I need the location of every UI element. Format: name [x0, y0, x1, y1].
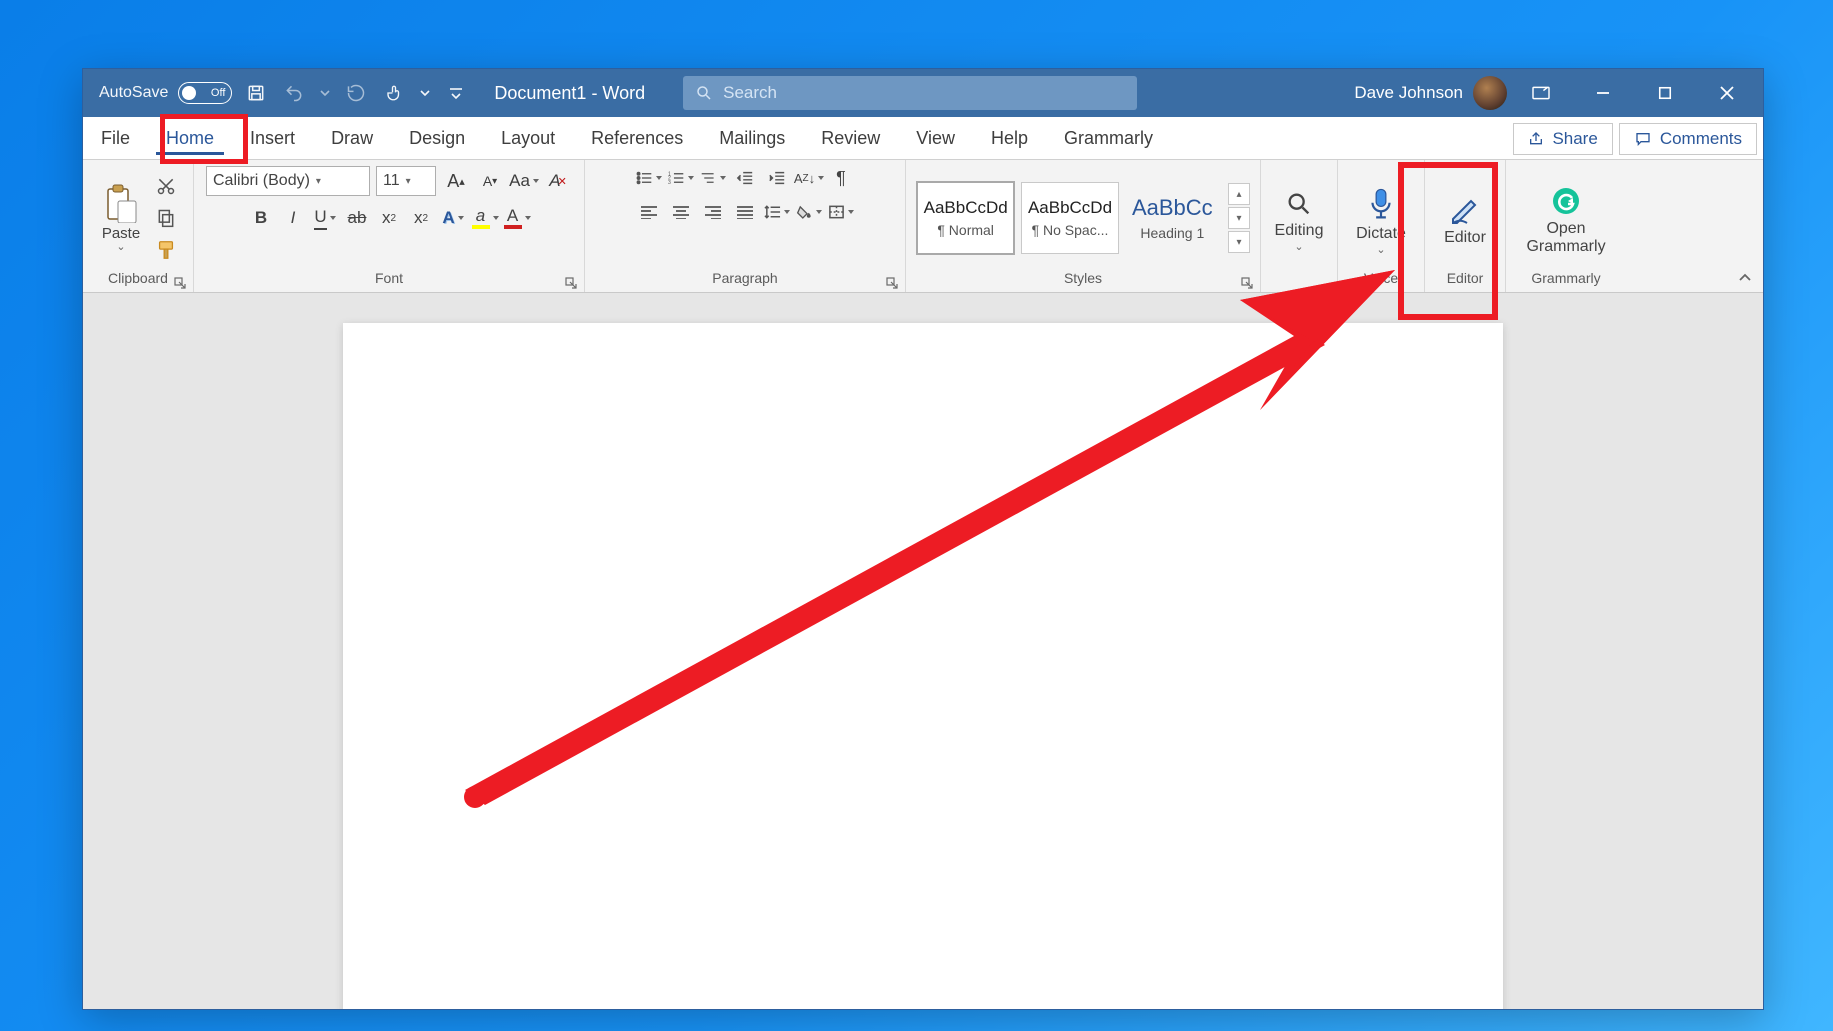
tab-layout[interactable]: Layout — [483, 117, 573, 159]
user-avatar[interactable] — [1473, 76, 1507, 110]
styles-scroll-down-icon[interactable]: ▾ — [1228, 207, 1250, 229]
line-spacing-icon[interactable] — [764, 200, 790, 224]
style-no-spacing[interactable]: AaBbCcDd ¶ No Spac... — [1021, 182, 1118, 254]
cut-icon[interactable] — [153, 173, 179, 199]
chevron-down-icon: ⌄ — [1376, 243, 1385, 256]
strikethrough-button[interactable]: ab — [344, 206, 370, 230]
tab-mailings[interactable]: Mailings — [701, 117, 803, 159]
autosave-state: Off — [211, 87, 225, 99]
group-font: Calibri (Body)▾ 11▾ A▴ A▾ Aa A✕ B I U ab… — [194, 160, 585, 292]
svg-text:3: 3 — [668, 180, 671, 186]
undo-dropdown-icon[interactable] — [318, 79, 332, 107]
font-size-combo[interactable]: 11▾ — [376, 166, 436, 196]
dialog-launcher-icon[interactable] — [564, 276, 578, 290]
tab-design[interactable]: Design — [391, 117, 483, 159]
font-color-icon[interactable]: A — [504, 206, 530, 230]
sort-icon[interactable]: AZ↓ — [796, 166, 822, 190]
undo-icon[interactable] — [280, 79, 308, 107]
group-paragraph: 123 AZ↓ ¶ — [585, 160, 906, 292]
editor-button[interactable]: Editor — [1430, 189, 1500, 247]
align-left-icon[interactable] — [636, 200, 662, 224]
ribbon-tabs: File Home Insert Draw Design Layout Refe… — [83, 117, 1763, 160]
close-button[interactable] — [1699, 69, 1755, 117]
qat-customize-icon[interactable] — [442, 79, 470, 107]
maximize-button[interactable] — [1637, 69, 1693, 117]
comments-button[interactable]: Comments — [1619, 123, 1757, 155]
underline-button[interactable]: U — [312, 206, 338, 230]
borders-icon[interactable] — [828, 200, 854, 224]
bullets-icon[interactable] — [636, 166, 662, 190]
grow-font-icon[interactable]: A▴ — [442, 167, 470, 195]
tab-grammarly[interactable]: Grammarly — [1046, 117, 1171, 159]
editing-button[interactable]: Editing ⌄ — [1261, 184, 1338, 253]
tab-insert[interactable]: Insert — [232, 117, 313, 159]
chevron-down-icon: ⌄ — [116, 240, 125, 253]
decrease-indent-icon[interactable] — [732, 166, 758, 190]
styles-expand-icon[interactable]: ▾ — [1228, 231, 1250, 253]
numbering-icon[interactable]: 123 — [668, 166, 694, 190]
group-grammarly: Open Grammarly Grammarly — [1506, 160, 1626, 292]
tab-view[interactable]: View — [898, 117, 973, 159]
format-painter-icon[interactable] — [153, 237, 179, 263]
username[interactable]: Dave Johnson — [1354, 83, 1463, 103]
redo-icon[interactable] — [342, 79, 370, 107]
style-heading1[interactable]: AaBbCc Heading 1 — [1125, 183, 1220, 253]
text-effects-icon[interactable]: A — [440, 206, 466, 230]
show-marks-icon[interactable]: ¶ — [828, 166, 854, 190]
touch-mode-dropdown-icon[interactable] — [418, 79, 432, 107]
copy-icon[interactable] — [153, 205, 179, 231]
document-title: Document1 - Word — [494, 83, 645, 104]
multilevel-list-icon[interactable] — [700, 166, 726, 190]
styles-scroll-up-icon[interactable]: ▴ — [1228, 183, 1250, 205]
superscript-button[interactable]: x2 — [408, 206, 434, 230]
tab-review[interactable]: Review — [803, 117, 898, 159]
collapse-ribbon-icon[interactable] — [1735, 268, 1755, 288]
document-area[interactable] — [83, 293, 1763, 1009]
dialog-launcher-icon[interactable] — [885, 276, 899, 290]
open-grammarly-button[interactable]: Open Grammarly — [1512, 180, 1619, 257]
titlebar: AutoSave Off — [83, 69, 1763, 117]
clear-format-icon[interactable]: A✕ — [544, 167, 572, 195]
search-placeholder: Search — [723, 83, 777, 103]
shading-icon[interactable] — [796, 200, 822, 224]
increase-indent-icon[interactable] — [764, 166, 790, 190]
share-button[interactable]: Share — [1513, 123, 1612, 155]
align-right-icon[interactable] — [700, 200, 726, 224]
ribbon-display-options-icon[interactable] — [1513, 69, 1569, 117]
italic-button[interactable]: I — [280, 206, 306, 230]
document-page[interactable] — [343, 323, 1503, 1009]
justify-icon[interactable] — [732, 200, 758, 224]
touch-mode-icon[interactable] — [380, 79, 408, 107]
dictate-button[interactable]: Dictate ⌄ — [1342, 181, 1420, 256]
tab-references[interactable]: References — [573, 117, 701, 159]
ribbon: Paste ⌄ Clipboard Calibri — [83, 160, 1763, 293]
change-case-icon[interactable]: Aa — [510, 167, 538, 195]
align-center-icon[interactable] — [668, 200, 694, 224]
shrink-font-icon[interactable]: A▾ — [476, 167, 504, 195]
style-normal[interactable]: AaBbCcDd ¶ Normal — [916, 181, 1015, 255]
tab-home[interactable]: Home — [148, 117, 232, 159]
chevron-down-icon: ⌄ — [1294, 240, 1303, 253]
autosave-toggle[interactable]: Off — [178, 82, 232, 104]
word-window: AutoSave Off — [82, 68, 1764, 1010]
group-styles: AaBbCcDd ¶ Normal AaBbCcDd ¶ No Spac... … — [906, 160, 1261, 292]
group-editor: Editor Editor — [1425, 160, 1506, 292]
group-editing: Editing ⌄ — [1261, 160, 1338, 292]
paste-button[interactable]: Paste ⌄ — [93, 183, 149, 253]
group-clipboard: Paste ⌄ Clipboard — [83, 160, 194, 292]
font-name-combo[interactable]: Calibri (Body)▾ — [206, 166, 370, 196]
highlight-icon[interactable]: a — [472, 206, 498, 230]
dialog-launcher-icon[interactable] — [1240, 276, 1254, 290]
subscript-button[interactable]: x2 — [376, 206, 402, 230]
bold-button[interactable]: B — [248, 206, 274, 230]
dialog-launcher-icon[interactable] — [173, 276, 187, 290]
minimize-button[interactable] — [1575, 69, 1631, 117]
tab-file[interactable]: File — [83, 117, 148, 159]
group-voice: Dictate ⌄ Voice — [1338, 160, 1425, 292]
tab-help[interactable]: Help — [973, 117, 1046, 159]
search-box[interactable]: Search — [683, 76, 1137, 110]
autosave-label: AutoSave — [99, 84, 168, 102]
save-icon[interactable] — [242, 79, 270, 107]
tab-draw[interactable]: Draw — [313, 117, 391, 159]
